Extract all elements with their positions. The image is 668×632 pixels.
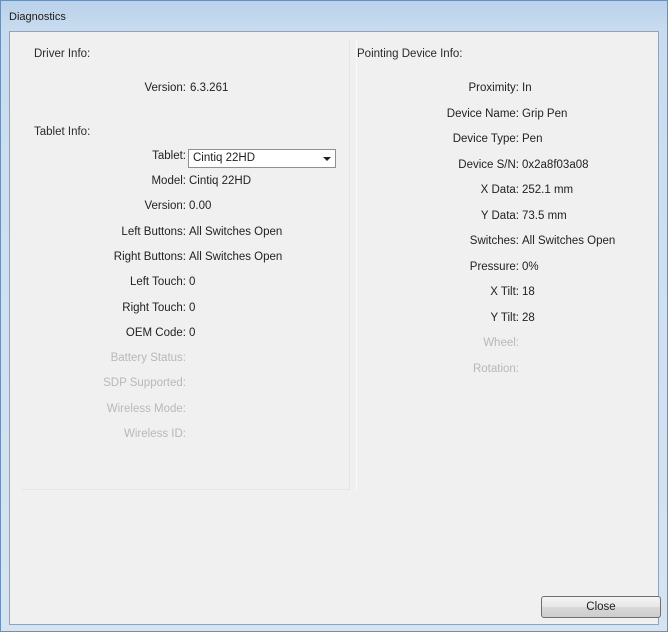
tablet-info-value: 0 (189, 301, 196, 314)
close-button[interactable]: Close (541, 596, 661, 618)
tablet-info-value: 0 (189, 326, 196, 339)
pointing-info-row: Device S/N: 0x2a8f03a08 (357, 159, 649, 175)
pointing-info-label: Rotation: (472, 362, 519, 375)
tablet-select-value: Cintiq 22HD (193, 152, 255, 164)
tablet-info-row: Wireless ID: (22, 428, 350, 444)
tablet-info-label: Right Touch: (122, 301, 186, 314)
tablet-info-row: Version: 0.00 (22, 200, 350, 216)
pointing-info-row: Rotation: (357, 363, 649, 379)
pointing-info-value: Pen (522, 133, 543, 145)
tablet-info-label: Wireless ID: (124, 428, 186, 440)
pointing-info-label: Switches: (469, 235, 519, 247)
tablet-info-label: Right Buttons: (113, 250, 186, 263)
pointing-info-label: Y Tilt: (490, 311, 519, 324)
tablet-info-value: All Switches Open (189, 225, 283, 238)
tablet-info-row: Right Buttons: All Switches Open (22, 251, 350, 267)
diagnostics-window: Diagnostics Driver Info: Version: 6.3.26… (0, 0, 668, 632)
pointing-device-heading: Pointing Device Info: (357, 48, 463, 60)
tablet-info-value: Cintiq 22HD (189, 175, 251, 187)
driver-version-label: Version: (144, 82, 186, 94)
window-title: Diagnostics (9, 11, 66, 23)
tablet-info-label: SDP Supported: (103, 377, 186, 390)
tablet-info-value: All Switches Open (189, 250, 283, 263)
tablet-info-row: Left Touch: 0 (22, 276, 350, 292)
tablet-info-row: OEM Code: 0 (22, 327, 350, 343)
pointing-info-value: 0x2a8f03a08 (522, 158, 589, 171)
tablet-info-row: Model: Cintiq 22HD (22, 175, 350, 191)
dialog-client-area: Driver Info: Version: 6.3.261 Tablet Inf… (9, 31, 661, 625)
tablet-info-label: Wireless Mode: (106, 402, 186, 415)
driver-version-row: Version: 6.3.261 (22, 82, 350, 98)
pointing-info-row: Device Name: Grip Pen (357, 108, 649, 124)
pointing-info-label: Wheel: (483, 337, 519, 349)
tablet-select-label: Tablet: (152, 150, 186, 162)
pointing-info-label: Device Type: (452, 133, 519, 145)
pointing-info-value: All Switches Open (522, 235, 616, 247)
pointing-info-value: 73.5 mm (522, 209, 567, 222)
driver-tablet-panel: Driver Info: Version: 6.3.261 Tablet Inf… (22, 40, 350, 490)
tablet-info-row: Battery Status: (22, 352, 350, 368)
tablet-info-row: Right Touch: 0 (22, 302, 350, 318)
pointing-info-value: Grip Pen (522, 107, 568, 120)
tablet-info-label: Version: (144, 200, 186, 213)
pointing-info-row: Y Tilt: 28 (357, 312, 649, 328)
pointing-info-row: Pressure: 0% (357, 261, 649, 277)
tablet-info-label: Left Touch: (129, 276, 186, 289)
tablet-info-label: Battery Status: (110, 352, 186, 365)
driver-version-value: 6.3.261 (190, 82, 229, 94)
pointing-info-row: Y Data: 73.5 mm (357, 210, 649, 226)
tablet-info-row: Left Buttons: All Switches Open (22, 226, 350, 242)
pointing-device-panel: Pointing Device Info: Proximity: In Device… (356, 40, 648, 490)
pointing-info-row: X Data: 252.1 mm (357, 184, 649, 200)
pointing-info-label: Device Name: (446, 107, 519, 120)
pointing-info-row: X Tilt: 18 (357, 286, 649, 302)
pointing-info-value: 0% (522, 260, 539, 273)
tablet-info-row: SDP Supported: (22, 377, 350, 393)
title-bar[interactable]: Diagnostics (1, 1, 667, 31)
pointing-info-label: Proximity: (468, 82, 519, 94)
tablet-select[interactable]: Cintiq 22HD (188, 149, 336, 168)
driver-info-heading: Driver Info: (34, 48, 91, 60)
pointing-info-label: X Data: (480, 184, 519, 196)
chevron-down-icon[interactable] (319, 150, 335, 167)
pointing-info-row: Switches: All Switches Open (357, 235, 649, 251)
tablet-info-label: Left Buttons: (121, 225, 186, 238)
tablet-info-value: 0 (189, 276, 196, 289)
pointing-info-value: 18 (522, 286, 535, 298)
tablet-info-row: Wireless Mode: (22, 403, 350, 419)
pointing-info-value: In (522, 82, 532, 94)
tablet-info-label: Model: (151, 175, 186, 187)
pointing-info-label: Device S/N: (458, 158, 519, 171)
pointing-info-label: Y Data: (480, 209, 519, 222)
pointing-info-value: 252.1 mm (522, 184, 574, 196)
pointing-info-row: Device Type: Pen (357, 133, 649, 149)
tablet-info-heading: Tablet Info: (34, 126, 91, 138)
pointing-info-row: Proximity: In (357, 82, 649, 98)
tablet-info-value: 0.00 (189, 200, 212, 213)
tablet-info-label: OEM Code: (125, 326, 186, 339)
pointing-info-row: Wheel: (357, 337, 649, 353)
pointing-info-value: 28 (522, 311, 535, 324)
pointing-info-label: Pressure: (469, 260, 519, 273)
pointing-info-label: X Tilt: (490, 286, 519, 298)
